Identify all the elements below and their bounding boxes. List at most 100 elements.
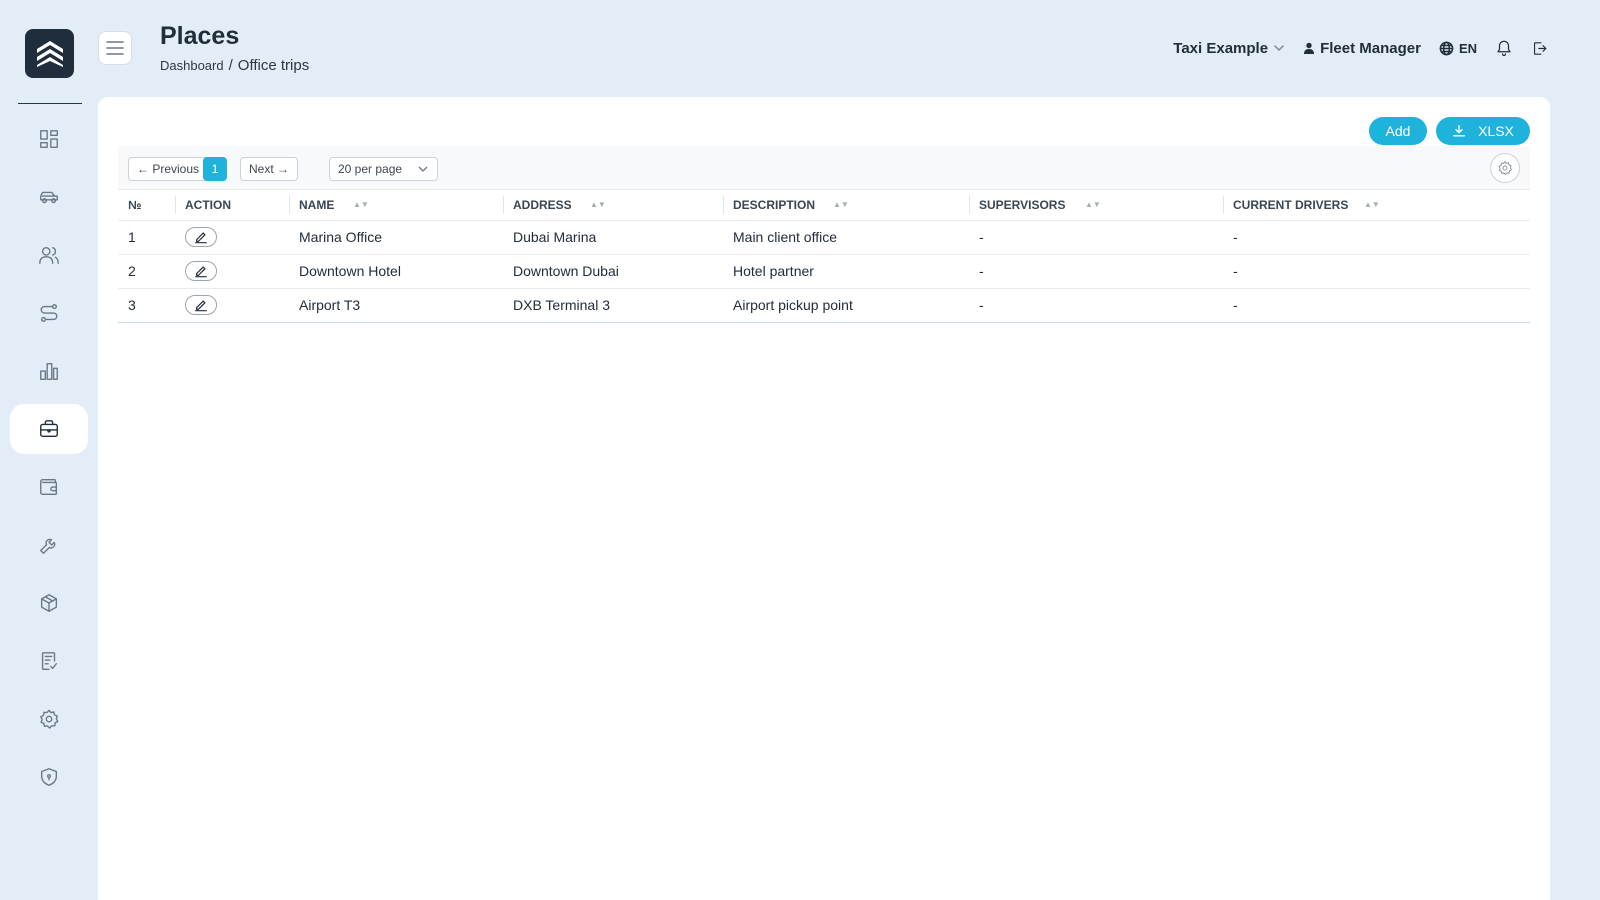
wrench-icon [40,538,56,554]
sidebar-item-security[interactable] [10,752,88,802]
cell-name: Downtown Hotel [289,254,503,289]
logo-icon [36,40,63,67]
page-title: Places [160,22,240,50]
sidebar-item-tasks[interactable] [10,636,88,686]
cell-action [175,288,289,323]
sidebar-item-settings[interactable] [10,694,88,744]
column-header-number: № [118,190,175,221]
car-icon [40,191,58,204]
globe-icon [1439,41,1454,55]
hamburger-icon [106,41,124,55]
sort-icon[interactable]: ▲▼ [833,200,849,209]
sidebar-item-maintenance[interactable] [10,520,88,570]
chevron-down-icon [418,166,428,172]
cell-address: DXB Terminal 3 [503,288,723,323]
table-toolbar: ← Previous 1 Next → 20 per page [118,146,1530,190]
wallet-icon [40,478,58,496]
cell-address: Dubai Marina [503,220,723,255]
column-header-supervisors[interactable]: SUPERVISORS ▲▼ [969,190,1223,221]
breadcrumb-separator: / [228,57,233,74]
logout-icon [1533,41,1547,55]
export-xlsx-button[interactable]: XLSX [1436,117,1530,145]
column-header-action: ACTION [175,190,289,221]
cell-description: Airport pickup point [723,288,969,323]
sort-icon[interactable]: ▲▼ [1364,200,1380,209]
cell-name: Airport T3 [289,288,503,323]
breadcrumb-current: Office trips [237,57,310,74]
edit-button[interactable] [185,261,217,281]
menu-toggle-button[interactable] [98,31,132,65]
user-icon [1304,42,1315,54]
cell-description: Hotel partner [723,254,969,289]
cell-description: Main client office [723,220,969,255]
breadcrumb: Dashboard / Office trips [160,57,309,74]
table-row[interactable]: 2 Downtown Hotel Downtown Dubai Hotel pa… [118,254,1530,289]
checklist-icon [41,652,58,670]
previous-page-button[interactable]: ← Previous [128,157,209,181]
sidebar-item-places[interactable] [10,404,88,454]
table-header-row: № ACTION NAME ▲▼ ADDRESS ▲▼ DESCRIPTION ▲▼ … [118,190,1530,221]
main-card: Add XLSX ← Previous 1 Next → 20 per page… [98,97,1550,900]
app-logo[interactable] [25,29,74,78]
cell-number: 1 [118,220,175,255]
language-selector[interactable]: EN [1439,41,1477,56]
sort-icon[interactable]: ▲▼ [353,200,369,209]
next-page-button[interactable]: Next → [240,157,299,181]
cell-address: Downtown Dubai [503,254,723,289]
sidebar-item-routes[interactable] [10,288,88,338]
page-number-button[interactable]: 1 [203,157,227,181]
table-row[interactable]: 3 Airport T3 DXB Terminal 3 Airport pick… [118,288,1530,323]
per-page-select[interactable]: 20 per page [329,157,438,181]
edit-button[interactable] [185,295,217,315]
user-menu[interactable]: Fleet Manager [1303,40,1421,57]
pencil-icon [195,266,207,278]
sidebar-item-inventory[interactable] [10,578,88,628]
header-actions: Taxi Example Fleet Manager EN [1173,36,1548,60]
export-xlsx-label: XLSX [1478,123,1514,139]
sidebar-item-dashboard[interactable] [10,114,88,164]
edit-button[interactable] [185,227,217,247]
briefcase-icon [40,420,58,438]
users-icon [39,246,59,264]
cell-supervisors: - [969,220,1223,255]
route-icon [40,304,58,322]
cell-current-drivers: - [1223,220,1530,255]
company-selector[interactable]: Taxi Example [1173,40,1285,57]
table-settings-button[interactable] [1490,153,1520,183]
column-header-current-drivers[interactable]: CURRENT DRIVERS ▲▼ [1223,190,1530,221]
sidebar-item-finance[interactable] [10,462,88,512]
cell-current-drivers: - [1223,288,1530,323]
sidebar-item-vehicles[interactable] [10,172,88,222]
language-code: EN [1458,40,1477,56]
notifications-button[interactable] [1495,39,1513,57]
column-header-address[interactable]: ADDRESS ▲▼ [503,190,723,221]
chart-icon [40,362,58,380]
logout-button[interactable] [1531,40,1548,57]
column-header-name[interactable]: NAME ▲▼ [289,190,503,221]
breadcrumb-dashboard-link[interactable]: Dashboard [160,58,224,73]
cell-supervisors: - [969,288,1223,323]
cell-action [175,220,289,255]
cell-current-drivers: - [1223,254,1530,289]
dashboard-icon [40,130,58,148]
cell-number: 3 [118,288,175,323]
table-row[interactable]: 1 Marina Office Dubai Marina Main client… [118,220,1530,255]
sort-icon[interactable]: ▲▼ [1085,200,1101,209]
sidebar [0,0,98,900]
company-name: Taxi Example [1173,39,1269,57]
cell-name: Marina Office [289,220,503,255]
sidebar-item-reports[interactable] [10,346,88,396]
pencil-icon [195,300,207,312]
add-button[interactable]: Add [1369,117,1427,145]
cell-action [175,254,289,289]
user-name: Fleet Manager [1320,39,1421,57]
download-icon [1453,125,1466,137]
places-table: № ACTION NAME ▲▼ ADDRESS ▲▼ DESCRIPTION ▲▼ … [118,190,1530,323]
column-header-description[interactable]: DESCRIPTION ▲▼ [723,190,969,221]
chevron-down-icon [1274,45,1284,51]
sort-icon[interactable]: ▲▼ [590,200,606,209]
sidebar-item-users[interactable] [10,230,88,280]
pencil-icon [195,232,207,244]
bell-icon [1497,40,1511,57]
gear-icon [40,709,59,729]
